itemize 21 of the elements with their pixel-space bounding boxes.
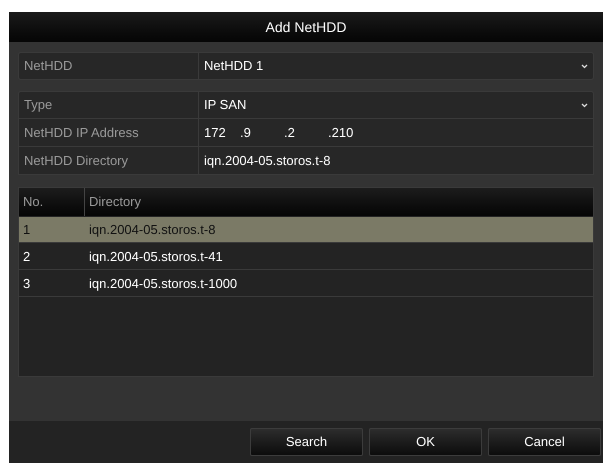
dropdown[interactable]: NetHDD 1 [199,53,593,79]
table-cell-text: iqn.2004-05.storos.t-8 [88,220,216,239]
dialog-title: Add NetHDD [9,12,603,42]
table-cell-text: 3 [22,274,32,293]
table-row[interactable]: 2 iqn.2004-05.storos.t-41 [19,244,593,270]
dialog-button[interactable]: Search [250,428,363,456]
field-label: Type [19,92,199,118]
field-label: NetHDD [19,53,199,79]
column-header: No. [19,188,85,216]
table-row[interactable]: 1 iqn.2004-05.storos.t-8 [19,217,593,243]
table-cell-text: iqn.2004-05.storos.t-41 [88,248,224,266]
dialog-button[interactable]: Cancel [488,428,601,456]
chevron-down-icon [581,64,588,68]
table-cell-text: 1 [22,220,32,239]
table-row[interactable]: 3 iqn.2004-05.storos.t-1000 [19,271,593,297]
table-cell-text: iqn.2004-05.storos.t-1000 [88,274,238,293]
chevron-down-icon [581,102,588,108]
dialog-button[interactable]: OK [369,428,482,456]
dropdown[interactable]: IP SAN [199,92,593,118]
table-cell-text: 2 [22,248,32,266]
column-header: Directory [88,193,142,212]
